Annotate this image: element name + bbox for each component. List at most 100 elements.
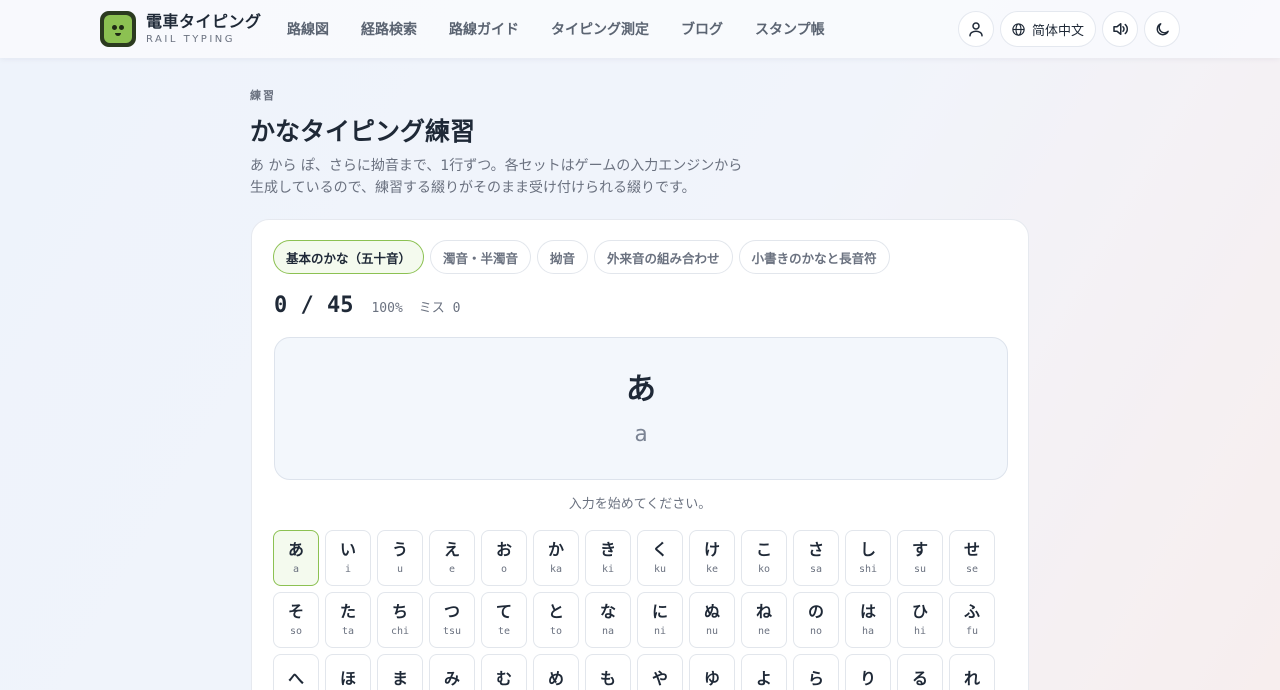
tab-basic-kana[interactable]: 基本のかな（五十音） [273,240,425,274]
kana-key-char: う [391,539,408,559]
kana-key[interactable]: せ se [949,530,995,586]
kana-key[interactable]: や [637,654,683,690]
typing-prompt[interactable]: あ a [274,337,1008,480]
language-button[interactable]: 简体中文 [999,11,1096,47]
kana-key[interactable]: ま [377,654,423,690]
kana-key[interactable]: ぬ nu [689,592,735,648]
kana-key-romaji: ki [601,563,615,575]
kana-key-char: け [703,539,720,559]
nav-route-search[interactable]: 経路検索 [345,19,433,39]
moon-icon [1156,22,1169,35]
kana-key-romaji: to [549,625,563,637]
kana-key[interactable]: あa [273,530,319,586]
kana-key[interactable]: く ku [637,530,683,586]
account-button[interactable] [957,11,994,47]
tab-youon[interactable]: 拗音 [537,240,589,274]
kana-key[interactable]: ほ [325,654,371,690]
kana-key[interactable]: な na [585,592,631,648]
kana-key[interactable]: す su [897,530,943,586]
kana-key[interactable]: おo [481,530,527,586]
kana-key[interactable]: か ka [533,530,579,586]
nav-typing-test[interactable]: タイピング測定 [535,19,665,39]
kana-key-char: か [547,539,564,559]
kana-key-romaji: na [601,625,615,637]
nav-stamp-book[interactable]: スタンプ帳 [739,19,841,39]
kana-key[interactable]: れ [949,654,995,690]
kana-key-char: ち [391,601,408,621]
kana-key[interactable]: こ ko [741,530,787,586]
kana-key-char: も [599,668,616,688]
kana-key-char: き [599,539,616,559]
nav-blog[interactable]: ブログ [665,19,739,39]
user-icon [969,22,983,37]
kana-key-romaji: ka [549,563,563,575]
kana-key-romaji: ke [705,563,719,575]
brand-title: 電車タイピング [146,11,262,31]
brand-logo[interactable]: 電車タイピング RAIL TYPING [100,11,262,47]
kana-key[interactable]: えe [429,530,475,586]
kana-key-char: め [547,668,564,688]
tab-foreign-sounds[interactable]: 外来音の組み合わせ [594,240,733,274]
kana-key[interactable]: る [897,654,943,690]
language-label: 简体中文 [1031,23,1084,39]
kana-key[interactable]: いi [325,530,371,586]
kana-key[interactable]: め [533,654,579,690]
kana-key[interactable]: け ke [689,530,735,586]
kana-set-tabs: 基本のかな（五十音） 濁音・半濁音 拗音 外来音の組み合わせ 小書きのかなと長音… [273,240,890,274]
kana-key[interactable]: り [845,654,891,690]
kana-key-char: ひ [911,601,928,621]
kana-key[interactable]: つ tsu [429,592,475,648]
kana-key-char: あ [287,539,304,559]
kana-key[interactable]: む [481,654,527,690]
kana-key[interactable]: し shi [845,530,891,586]
kana-key-char: に [651,601,668,621]
kana-key-char: は [859,601,876,621]
logo-mascot-icon [100,11,136,47]
kana-key[interactable]: も [585,654,631,690]
kana-key-romaji: no [809,625,823,637]
kana-key-romaji: ne [757,625,771,637]
kana-key[interactable]: ゆ [689,654,735,690]
kana-key-romaji: o [500,563,508,575]
kana-key-char: ぬ [703,601,720,621]
kana-key-romaji: nu [705,625,719,637]
kana-key-romaji: chi [390,625,410,637]
kana-key[interactable]: さ sa [793,530,839,586]
nav-route-guide[interactable]: 路線ガイド [433,19,535,39]
speaker-icon [1113,23,1128,35]
globe-icon [1012,22,1025,36]
nav-route-map[interactable]: 路線図 [271,19,345,39]
sound-toggle-button[interactable] [1102,11,1138,47]
tab-dakuon[interactable]: 濁音・半濁音 [430,240,532,274]
kana-key[interactable]: ね ne [741,592,787,648]
kana-key-char: く [651,539,668,559]
kana-key[interactable]: へ [273,654,319,690]
kana-key-romaji: so [289,625,303,637]
kana-key[interactable]: ら [793,654,839,690]
typing-hint: 入力を始めてください。 [568,497,712,512]
kana-key-romaji: tsu [442,625,462,637]
kana-key-romaji: ha [861,625,875,637]
kana-key[interactable]: き ki [585,530,631,586]
kana-key[interactable]: そ so [273,592,319,648]
kana-key[interactable]: ひ hi [897,592,943,648]
kana-key[interactable]: の no [793,592,839,648]
miss-count: ミス 0 [418,301,461,316]
kana-key[interactable]: み [429,654,475,690]
kana-key[interactable]: よ [741,654,787,690]
kana-key[interactable]: に ni [637,592,683,648]
kana-key[interactable]: て te [481,592,527,648]
kana-key[interactable]: うu [377,530,423,586]
kana-key[interactable]: ち chi [377,592,423,648]
kana-key-char: さ [807,539,824,559]
kana-key-char: み [443,668,460,688]
tab-small-kana[interactable]: 小書きのかなと長音符 [738,240,890,274]
theme-toggle-button[interactable] [1144,11,1180,47]
kana-key[interactable]: た ta [325,592,371,648]
kana-key[interactable]: ふ fu [949,592,995,648]
kana-key-char: な [599,601,616,621]
kana-key-romaji: ku [653,563,667,575]
kana-key[interactable]: は ha [845,592,891,648]
kana-key-char: て [495,601,512,621]
kana-key[interactable]: と to [533,592,579,648]
